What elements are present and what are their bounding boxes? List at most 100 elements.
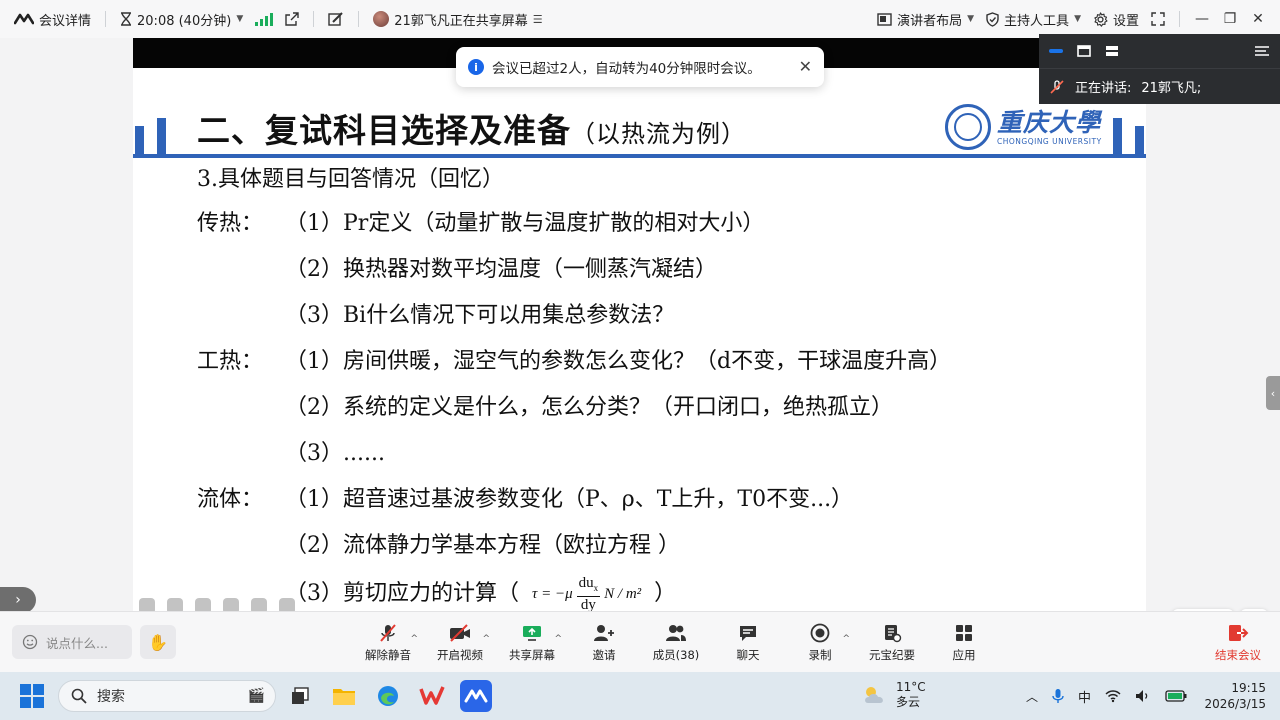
whiteboard-button[interactable]: [322, 0, 350, 38]
layout-icon: [877, 12, 892, 26]
raise-hand-button[interactable]: ✋: [140, 625, 176, 659]
chat-button[interactable]: 聊天: [712, 612, 784, 673]
exit-icon: [1229, 624, 1249, 641]
microphone-icon[interactable]: [1052, 688, 1064, 704]
system-tray: ︿ 中: [1026, 672, 1187, 720]
shield-icon: [986, 11, 999, 27]
question-item: （2）流体静力学基本方程（欧拉方程 ）: [285, 533, 680, 558]
section-category: 流体：: [197, 487, 264, 512]
speaking-label: 正在讲话:: [1075, 81, 1132, 96]
start-button[interactable]: [20, 684, 44, 708]
tool-label: 成员(38): [652, 647, 700, 662]
host-tools-button[interactable]: 主持人工具 ▼: [980, 0, 1087, 38]
list-view-icon[interactable]: [1105, 45, 1119, 57]
expand-left-panel-button[interactable]: ›: [0, 587, 36, 613]
section-heat-transfer: 传热： （1）Pr定义（动量扩散与温度扩散的相对大小）: [197, 208, 764, 240]
single-view-icon[interactable]: [1077, 45, 1091, 57]
end-meeting-button[interactable]: 结束会议: [1208, 612, 1268, 673]
ghost-tool-icon: [223, 598, 239, 611]
network-signal[interactable]: [249, 0, 279, 38]
menu-icon[interactable]: [1254, 45, 1270, 57]
hourglass-icon: [121, 12, 132, 26]
chevron-down-icon: ▼: [967, 14, 975, 24]
clock-time: 19:15: [1231, 681, 1266, 695]
share-screen-icon: [523, 625, 541, 641]
sharing-status[interactable]: 21郭飞凡正在共享屏幕 ☰: [367, 0, 548, 38]
header-divider-line: [133, 154, 1146, 158]
meeting-info-label: 会议详情: [39, 13, 92, 29]
close-window-button[interactable]: ✕: [1244, 11, 1272, 27]
tool-label: 元宝纪要: [869, 647, 915, 662]
tool-label: 应用: [952, 647, 976, 662]
ai-minutes-button[interactable]: 元宝纪要: [856, 612, 928, 673]
chevron-down-icon: ▼: [1074, 14, 1081, 24]
tray-overflow-chevron-icon[interactable]: ︿: [1026, 688, 1038, 705]
unmute-button[interactable]: 解除静音 ^: [352, 612, 424, 673]
system-clock[interactable]: 19:15 2026/3/15: [1204, 680, 1266, 712]
expand-right-panel-button[interactable]: ‹: [1266, 376, 1280, 410]
pop-out-button[interactable]: [279, 0, 305, 38]
quick-chat-input[interactable]: 说点什么...: [12, 625, 132, 659]
shear-stress-formula: τ = −μ dux dy N / m²: [532, 574, 641, 611]
minimize-icon: —: [1195, 11, 1209, 27]
taskbar-app-task-view[interactable]: [284, 680, 316, 712]
header-pillar-decoration: [1135, 126, 1144, 154]
sharing-user-label: 21郭飞凡正在共享屏幕: [394, 13, 528, 29]
restore-icon: ❐: [1223, 11, 1237, 27]
wifi-icon[interactable]: [1105, 689, 1121, 703]
speaker-icon[interactable]: [1135, 689, 1151, 703]
taskbar-app-explorer[interactable]: [328, 680, 360, 712]
caret-up-icon[interactable]: ^: [482, 634, 490, 644]
taskbar-app-tencent-meeting[interactable]: [460, 680, 492, 712]
taskbar-search[interactable]: 搜索 🎬: [58, 680, 276, 712]
slide-ghost-toolbar: [139, 598, 295, 611]
ime-indicator[interactable]: 中: [1078, 687, 1091, 706]
apps-button[interactable]: 应用: [928, 612, 1000, 673]
tool-label: 解除静音: [365, 647, 411, 662]
meeting-timer[interactable]: 20:08 (40分钟) ▼: [114, 0, 249, 38]
chevron-left-icon: ‹: [1270, 386, 1276, 400]
question-item: （2）换热器对数平均温度（一侧蒸汽凝结）: [285, 257, 717, 282]
settings-label: 设置: [1112, 13, 1139, 29]
record-button[interactable]: 录制 ^: [784, 612, 856, 673]
apps-grid-icon: [956, 624, 972, 641]
start-video-button[interactable]: 开启视频 ^: [424, 612, 496, 673]
ghost-tool-icon: [195, 598, 211, 611]
slide-title: 二、复试科目选择及准备（以热流为例）: [197, 104, 746, 152]
invite-button[interactable]: 邀请: [568, 612, 640, 673]
meeting-info-button[interactable]: 会议详情: [8, 0, 97, 38]
ghost-tool-icon: [279, 598, 295, 611]
signal-icon: [255, 12, 274, 26]
section-category: 工热：: [197, 349, 264, 374]
ghost-tool-icon: [251, 598, 267, 611]
taskbar-app-wps[interactable]: [416, 680, 448, 712]
taskbar-app-edge[interactable]: [372, 680, 404, 712]
caret-up-icon[interactable]: ^: [842, 634, 850, 644]
members-button[interactable]: 成员(38): [640, 612, 712, 673]
toast-close-button[interactable]: ✕: [799, 57, 812, 76]
settings-button[interactable]: 设置: [1087, 0, 1145, 38]
fullscreen-button[interactable]: [1145, 0, 1171, 38]
battery-charging-icon[interactable]: [1165, 690, 1187, 702]
tool-label: 开启视频: [437, 647, 483, 662]
close-icon: ✕: [1252, 11, 1264, 27]
question-item-shear-stress: （3）剪切应力的计算（ τ = −μ dux dy N / m² ）: [285, 574, 676, 611]
emoji-icon: [22, 634, 38, 650]
minimize-panel-button[interactable]: [1049, 49, 1063, 53]
toast-message: 会议已超过2人，自动转为40分钟限时会议。: [492, 61, 761, 77]
share-screen-button[interactable]: 共享屏幕 ^: [496, 612, 568, 673]
chevron-down-icon: ▼: [236, 14, 244, 24]
external-link-icon: [285, 12, 299, 26]
presenter-layout-button[interactable]: 演讲者布局 ▼: [871, 0, 980, 38]
speaker-name: 21郭飞凡;: [1141, 81, 1202, 96]
restore-button[interactable]: ❐: [1216, 11, 1244, 27]
tool-label: 共享屏幕: [509, 647, 555, 662]
caret-up-icon[interactable]: ^: [554, 634, 562, 644]
minimize-button[interactable]: —: [1188, 11, 1216, 27]
speaker-panel: 正在讲话: 21郭飞凡;: [1039, 34, 1280, 104]
section-fluid-mechanics: 流体： （1）超音速过基波参数变化（P、ρ、T上升，T0不变...）: [197, 484, 853, 516]
slide-heading: 3.具体题目与回答情况（回忆）: [197, 167, 504, 192]
weather-widget[interactable]: 11°C 多云: [862, 680, 926, 710]
caret-up-icon[interactable]: ^: [410, 634, 418, 644]
header-pillar-decoration: [157, 118, 166, 154]
